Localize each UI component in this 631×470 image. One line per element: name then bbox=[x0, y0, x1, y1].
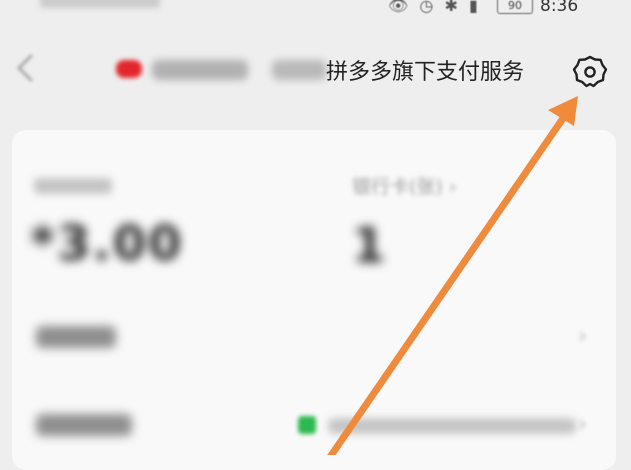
wallet-card: *3.00 银行卡(张) › 1 › › bbox=[12, 130, 616, 470]
battery-indicator: 90 bbox=[497, 0, 533, 14]
security-row-label-blurred[interactable] bbox=[36, 414, 132, 436]
chevron-right-icon: › bbox=[578, 324, 587, 349]
chevron-right-icon: › bbox=[578, 412, 587, 437]
back-button[interactable] bbox=[8, 50, 44, 86]
balance-label-blurred bbox=[34, 178, 112, 194]
security-status-blurred bbox=[328, 418, 576, 434]
chevron-left-icon bbox=[16, 54, 33, 82]
shield-check-icon bbox=[298, 416, 316, 434]
header-bar: 拼多多旗下支付服务 bbox=[0, 36, 631, 100]
settings-button[interactable] bbox=[570, 52, 610, 92]
status-icons: 👁 ◷ ✱ ▮ bbox=[388, 0, 481, 15]
status-bar: 👁 ◷ ✱ ▮ 90 8:36 bbox=[0, 0, 631, 22]
brand-name-blurred bbox=[152, 60, 248, 80]
brand-logo-icon bbox=[116, 60, 142, 78]
carrier-signal-blurred bbox=[40, 0, 160, 8]
brand-tagline-blurred bbox=[272, 60, 326, 80]
balance-amount: *3.00 bbox=[30, 216, 184, 272]
menu-row-label-blurred[interactable] bbox=[36, 326, 116, 348]
bank-card-link[interactable]: 银行卡(张) › bbox=[352, 172, 456, 199]
page-subtitle: 拼多多旗下支付服务 bbox=[326, 60, 525, 85]
gear-icon bbox=[572, 55, 608, 88]
bank-card-count: 1 bbox=[352, 218, 386, 274]
clock: 8:36 bbox=[540, 0, 579, 16]
